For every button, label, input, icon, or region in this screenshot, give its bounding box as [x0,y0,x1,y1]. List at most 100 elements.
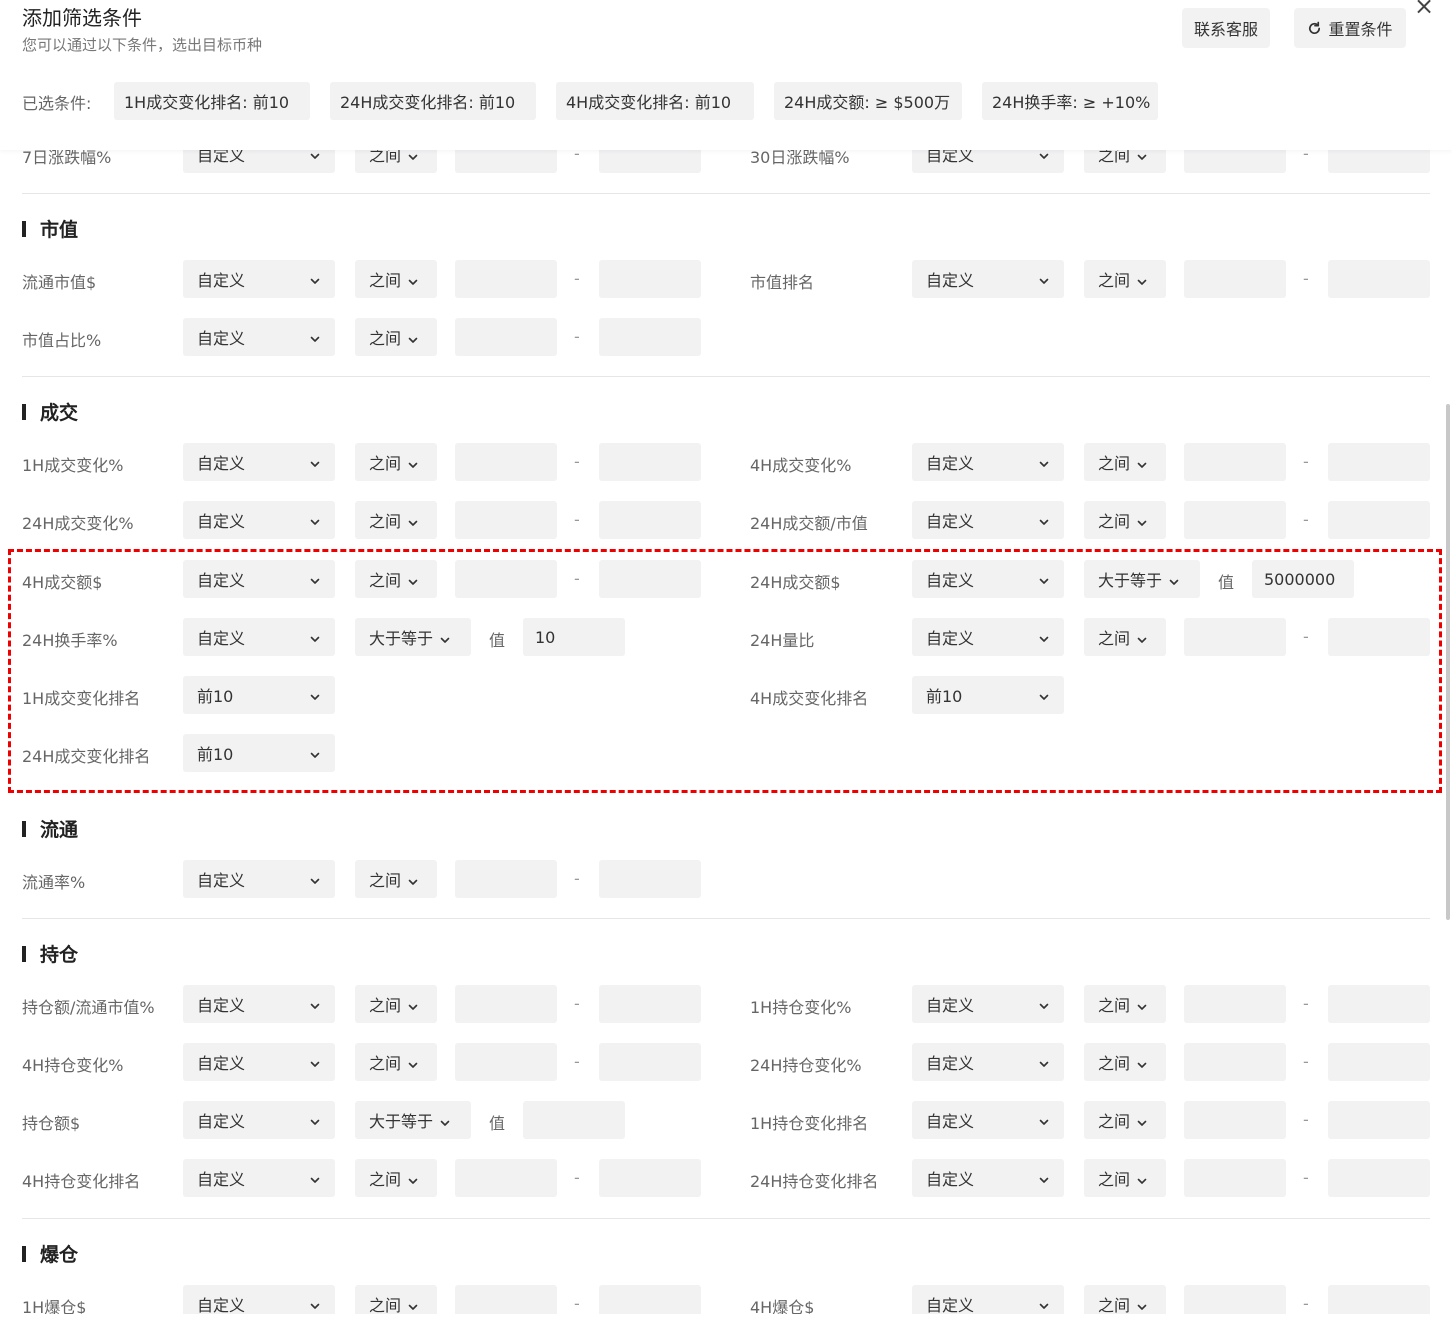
mode-dropdown[interactable]: 自定义 [912,260,1064,298]
min-input[interactable] [1184,260,1286,298]
min-input[interactable] [1184,985,1286,1023]
operator-dropdown[interactable]: 之间 [355,560,437,598]
operator-dropdown[interactable]: 之间 [1084,260,1166,298]
mode-dropdown[interactable]: 自定义 [183,860,335,898]
operator-dropdown[interactable]: 大于等于 [355,618,471,656]
mode-dropdown[interactable]: 自定义 [912,443,1064,481]
mode-dropdown[interactable]: 自定义 [183,1101,335,1139]
operator-dropdown[interactable]: 之间 [355,1159,437,1197]
min-input[interactable] [455,1285,557,1314]
mode-dropdown[interactable]: 自定义 [183,318,335,356]
operator-dropdown[interactable]: 之间 [1084,985,1166,1023]
selected-chip[interactable]: 24H成交变化排名: 前10 [330,82,536,120]
value-input[interactable]: 5000000 [1252,560,1354,598]
mode-dropdown[interactable]: 自定义 [183,985,335,1023]
min-input[interactable] [455,260,557,298]
mode-dropdown[interactable]: 自定义 [912,618,1064,656]
max-input[interactable] [1328,985,1430,1023]
mode-dropdown[interactable]: 自定义 [183,560,335,598]
operator-dropdown[interactable]: 之间 [355,260,437,298]
mode-dropdown[interactable]: 前10 [183,734,335,772]
min-input[interactable] [455,1043,557,1081]
value-input[interactable] [523,1101,625,1139]
operator-dropdown[interactable]: 之间 [1084,1043,1166,1081]
min-input[interactable] [455,501,557,539]
operator-dropdown[interactable]: 大于等于 [1084,560,1200,598]
min-input[interactable] [455,560,557,598]
max-input[interactable] [599,501,701,539]
operator-dropdown[interactable]: 之间 [355,985,437,1023]
max-input[interactable] [599,1285,701,1314]
min-input[interactable] [1184,1043,1286,1081]
operator-dropdown[interactable]: 大于等于 [355,1101,471,1139]
mode-dropdown[interactable]: 自定义 [183,443,335,481]
min-input[interactable] [455,1159,557,1197]
min-input[interactable] [1184,1159,1286,1197]
min-input[interactable] [455,860,557,898]
max-input[interactable] [1328,501,1430,539]
mode-dropdown[interactable]: 自定义 [183,1159,335,1197]
dropdown-value: 之间 [369,1170,402,1189]
operator-dropdown[interactable]: 之间 [1084,1159,1166,1197]
operator-dropdown[interactable]: 之间 [1084,501,1166,539]
operator-dropdown[interactable]: 之间 [355,860,437,898]
max-input[interactable] [599,860,701,898]
min-input[interactable] [1184,618,1286,656]
mode-dropdown[interactable]: 自定义 [183,260,335,298]
operator-dropdown[interactable]: 之间 [1084,1101,1166,1139]
operator-dropdown[interactable]: 之间 [1084,1285,1166,1314]
operator-dropdown[interactable]: 之间 [355,501,437,539]
max-input[interactable] [599,1159,701,1197]
min-input[interactable] [1184,443,1286,481]
max-input[interactable] [599,1043,701,1081]
contact-support-button[interactable]: 联系客服 [1182,8,1270,48]
selected-chip[interactable]: 24H成交额: ≥ $500万 [774,82,962,120]
max-input[interactable] [1328,443,1430,481]
max-input[interactable] [1328,1101,1430,1139]
max-input[interactable] [1328,1159,1430,1197]
min-input[interactable] [1184,1101,1286,1139]
mode-dropdown[interactable]: 自定义 [183,1285,335,1314]
scrollbar[interactable] [1446,404,1450,920]
range-dash: - [574,869,580,888]
mode-dropdown[interactable]: 自定义 [912,985,1064,1023]
selected-chip[interactable]: 24H换手率: ≥ +10% [982,82,1158,120]
min-input[interactable] [1184,501,1286,539]
mode-dropdown[interactable]: 自定义 [912,501,1064,539]
reset-conditions-button[interactable]: 重置条件 [1294,8,1406,48]
operator-dropdown[interactable]: 之间 [1084,443,1166,481]
mode-dropdown[interactable]: 自定义 [183,618,335,656]
selected-chip[interactable]: 4H成交变化排名: 前10 [556,82,754,120]
mode-dropdown[interactable]: 自定义 [912,1043,1064,1081]
value-input[interactable]: 10 [523,618,625,656]
max-input[interactable] [1328,1285,1430,1314]
max-input[interactable] [1328,618,1430,656]
mode-dropdown[interactable]: 自定义 [183,501,335,539]
mode-dropdown[interactable]: 自定义 [183,1043,335,1081]
reset-conditions-label: 重置条件 [1328,20,1393,39]
mode-dropdown[interactable]: 前10 [183,676,335,714]
max-input[interactable] [599,443,701,481]
min-input[interactable] [455,443,557,481]
operator-dropdown[interactable]: 之间 [355,1285,437,1314]
min-input[interactable] [1184,1285,1286,1314]
operator-dropdown[interactable]: 之间 [1084,618,1166,656]
max-input[interactable] [1328,1043,1430,1081]
min-input[interactable] [455,318,557,356]
close-icon[interactable]: × [1414,0,1434,20]
max-input[interactable] [599,560,701,598]
mode-dropdown[interactable]: 自定义 [912,560,1064,598]
mode-dropdown[interactable]: 前10 [912,676,1064,714]
operator-dropdown[interactable]: 之间 [355,1043,437,1081]
max-input[interactable] [1328,260,1430,298]
operator-dropdown[interactable]: 之间 [355,443,437,481]
operator-dropdown[interactable]: 之间 [355,318,437,356]
min-input[interactable] [455,985,557,1023]
mode-dropdown[interactable]: 自定义 [912,1101,1064,1139]
selected-chip[interactable]: 1H成交变化排名: 前10 [114,82,310,120]
mode-dropdown[interactable]: 自定义 [912,1285,1064,1314]
max-input[interactable] [599,318,701,356]
mode-dropdown[interactable]: 自定义 [912,1159,1064,1197]
max-input[interactable] [599,260,701,298]
max-input[interactable] [599,985,701,1023]
